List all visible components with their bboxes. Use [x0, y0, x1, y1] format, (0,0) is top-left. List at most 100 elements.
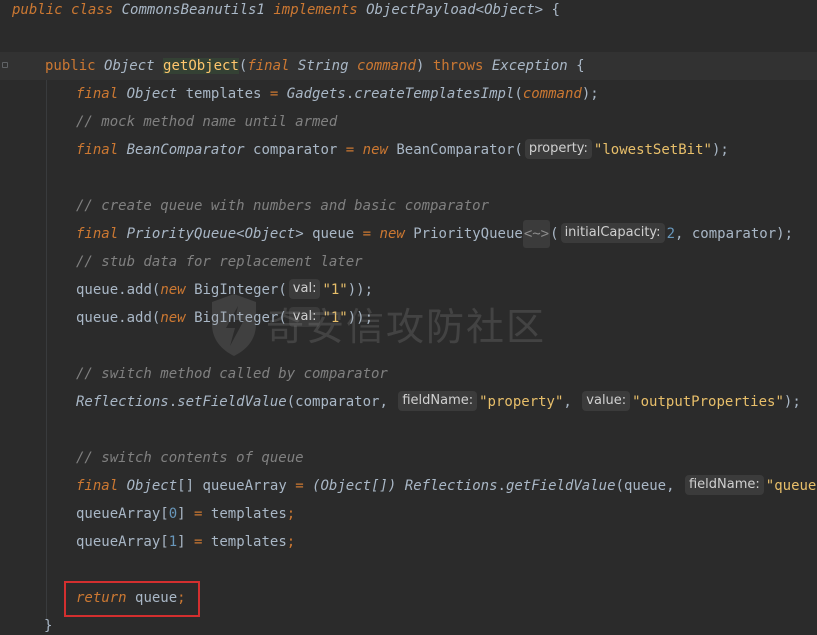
- code-line-14[interactable]: // switch method called by comparator: [0, 360, 817, 388]
- variable: comparator: [253, 142, 338, 158]
- constructor: PriorityQueue: [413, 226, 523, 242]
- code-line-6[interactable]: final BeanComparator comparator = new Be…: [0, 136, 817, 164]
- punctuation: (: [615, 478, 624, 494]
- punctuation: .: [168, 394, 178, 410]
- punctuation: ;: [177, 590, 186, 606]
- fold-marker-icon[interactable]: [2, 62, 8, 68]
- punctuation: ,: [675, 226, 692, 242]
- keyword: return: [76, 590, 127, 606]
- parameter: command: [356, 58, 416, 74]
- comment: // stub data for replacement later: [76, 254, 363, 270]
- parameter-hint: property:: [524, 139, 592, 159]
- class-ref: Gadgets: [286, 86, 346, 102]
- punctuation: ));: [347, 310, 374, 326]
- operator: =: [261, 86, 287, 102]
- punctuation: .: [497, 478, 506, 494]
- string-literal: "1": [322, 282, 348, 298]
- punctuation: );: [783, 394, 801, 410]
- type: Exception: [491, 58, 568, 74]
- code-line-8[interactable]: // create queue with numbers and basic c…: [0, 192, 817, 220]
- code-line-11[interactable]: queue.add(new BigInteger(val: "1"));: [0, 276, 817, 304]
- punctuation: ): [415, 58, 425, 74]
- keyword: final: [76, 226, 119, 242]
- variable-ref: queue: [76, 310, 119, 326]
- generic-type: Object: [484, 2, 535, 18]
- punctuation: (: [278, 282, 287, 298]
- code-line-5[interactable]: // mock method name until armed: [0, 108, 817, 136]
- variable-ref: queue: [623, 478, 667, 494]
- code-line-12[interactable]: queue.add(new BigInteger(val: "1"));: [0, 304, 817, 332]
- variable: templates: [185, 86, 262, 102]
- code-line-17[interactable]: // switch contents of queue: [0, 444, 817, 472]
- interface-name: ObjectPayload: [366, 2, 476, 18]
- punctuation: ]: [177, 506, 186, 522]
- type: PriorityQueue: [126, 226, 237, 242]
- parameter-hint: fieldName:: [398, 391, 478, 411]
- keyword: final: [76, 86, 119, 102]
- operator: =: [185, 534, 211, 550]
- code-line-15[interactable]: Reflections.setFieldValue(comparator, fi…: [0, 388, 817, 416]
- type: Object: [126, 86, 178, 102]
- type: Object: [126, 478, 178, 494]
- constructor: BigInteger: [194, 282, 279, 298]
- type: BeanComparator: [126, 142, 245, 158]
- punctuation: (: [514, 86, 523, 102]
- class-name: CommonsBeanutils1: [121, 2, 265, 18]
- punctuation: (: [550, 226, 559, 242]
- diamond-hint[interactable]: <~>: [522, 220, 551, 248]
- comment: // mock method name until armed: [76, 114, 338, 130]
- operator: =: [354, 226, 380, 242]
- constructor: BigInteger: [194, 310, 279, 326]
- punctuation: );: [776, 226, 794, 242]
- code-line-20[interactable]: queueArray[1] = templates;: [0, 528, 817, 556]
- keyword: final: [76, 478, 119, 494]
- variable: queueArray: [202, 478, 287, 494]
- code-line-3[interactable]: public Object getObject(final String com…: [0, 52, 817, 80]
- method-name: getObject: [163, 58, 239, 74]
- variable: queue: [312, 226, 355, 242]
- punctuation: []: [177, 478, 195, 494]
- code-line-18[interactable]: final Object[] queueArray = (Object[]) R…: [0, 472, 817, 500]
- code-line-10[interactable]: // stub data for replacement later: [0, 248, 817, 276]
- punctuation: );: [711, 142, 729, 158]
- punctuation: ]: [177, 534, 186, 550]
- punctuation: (: [286, 394, 296, 410]
- comment: // create queue with numbers and basic c…: [76, 198, 490, 214]
- method-call: add: [126, 310, 152, 326]
- string-literal: "queue": [765, 478, 817, 494]
- string-literal: "lowestSetBit": [593, 142, 712, 158]
- code-line-4[interactable]: final Object templates = Gadgets.createT…: [0, 80, 817, 108]
- parameter-ref: command: [522, 86, 582, 102]
- punctuation: .: [345, 86, 355, 102]
- type: String: [297, 58, 349, 74]
- constructor: BeanComparator: [396, 142, 515, 158]
- keyword: public: [45, 58, 96, 74]
- code-line-23[interactable]: }: [0, 612, 817, 635]
- parameter-hint: value:: [582, 391, 631, 411]
- class-ref: Reflections: [404, 478, 498, 494]
- variable-ref: comparator: [691, 226, 777, 242]
- punctuation: {: [543, 2, 560, 18]
- punctuation: <: [236, 226, 245, 242]
- variable-ref: comparator: [295, 394, 380, 410]
- class-ref: Reflections: [76, 394, 169, 410]
- punctuation: ;: [286, 506, 296, 522]
- punctuation: (: [514, 142, 523, 158]
- type: Object: [104, 58, 155, 74]
- keyword: throws: [432, 58, 484, 74]
- code-editor[interactable]: public class CommonsBeanutils1 implement…: [0, 0, 817, 635]
- closing-brace: }: [44, 618, 53, 634]
- parameter-hint: val:: [288, 279, 321, 299]
- keyword: new: [362, 142, 388, 158]
- operator: =: [185, 506, 211, 522]
- parameter-hint: fieldName:: [684, 475, 764, 495]
- code-line-9[interactable]: final PriorityQueue<Object> queue = new …: [0, 220, 817, 248]
- keyword: final: [76, 142, 119, 158]
- static-method: setFieldValue: [177, 394, 287, 410]
- code-line-19[interactable]: queueArray[0] = templates;: [0, 500, 817, 528]
- punctuation: );: [581, 86, 599, 102]
- code-line-22[interactable]: return queue;: [0, 584, 817, 612]
- keyword: implements: [273, 2, 358, 18]
- code-line-1[interactable]: public class CommonsBeanutils1 implement…: [0, 0, 817, 24]
- punctuation: [: [160, 506, 169, 522]
